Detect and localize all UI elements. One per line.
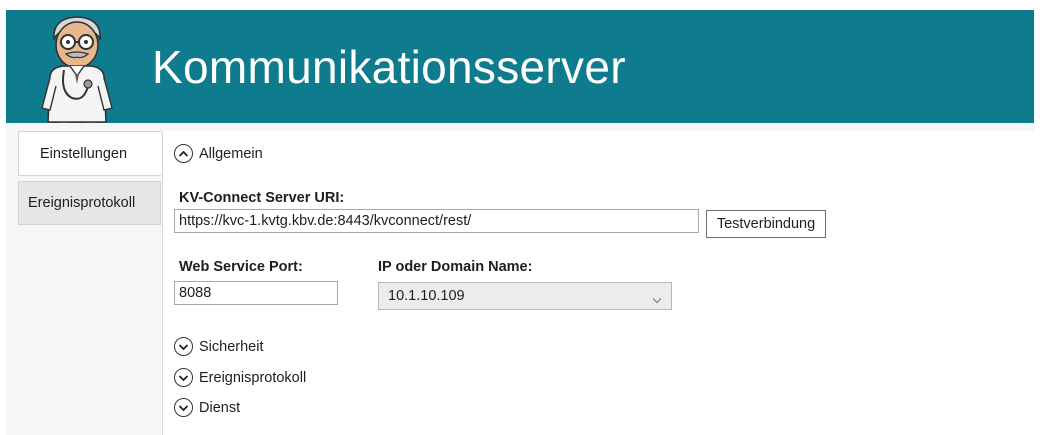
domain-name-label: IP oder Domain Name: bbox=[378, 259, 533, 275]
section-dienst-label: Dienst bbox=[199, 399, 241, 416]
chevron-up-icon bbox=[174, 144, 193, 163]
chevron-down-icon bbox=[174, 368, 193, 387]
app-title: Kommunikationsserver bbox=[152, 41, 626, 93]
section-ereignisprotokoll-label: Ereignisprotokoll bbox=[199, 369, 307, 386]
section-ereignisprotokoll-toggle[interactable]: Ereignisprotokoll bbox=[174, 368, 306, 387]
server-uri-label: KV-Connect Server URI: bbox=[179, 190, 345, 206]
chevron-down-icon bbox=[652, 292, 662, 308]
app-header: Kommunikationsserver bbox=[6, 10, 1034, 130]
server-uri-field[interactable]: https://kvc-1.kvtg.kbv.de:8443/kvconnect… bbox=[174, 209, 699, 233]
section-sicherheit-label: Sicherheit bbox=[199, 338, 264, 355]
test-connection-button[interactable]: Testverbindung bbox=[706, 210, 826, 238]
tab-einstellungen[interactable]: Einstellungen bbox=[18, 131, 161, 176]
chevron-down-icon bbox=[174, 398, 193, 417]
section-dienst-toggle[interactable]: Dienst bbox=[174, 398, 240, 417]
tab-ereignisprotokoll[interactable]: Ereignisprotokoll bbox=[18, 181, 161, 225]
chevron-down-icon bbox=[174, 337, 193, 356]
section-sicherheit-toggle[interactable]: Sicherheit bbox=[174, 337, 263, 356]
web-service-port-label: Web Service Port: bbox=[179, 259, 303, 275]
domain-name-value: 10.1.10.109 bbox=[388, 288, 465, 304]
doctor-mascot-logo bbox=[41, 16, 113, 130]
section-allgemein-label: Allgemein bbox=[199, 145, 263, 162]
web-service-port-field[interactable]: 8088 bbox=[174, 281, 338, 305]
section-allgemein-toggle[interactable]: Allgemein bbox=[174, 144, 263, 163]
domain-name-select[interactable]: 10.1.10.109 bbox=[378, 282, 672, 310]
